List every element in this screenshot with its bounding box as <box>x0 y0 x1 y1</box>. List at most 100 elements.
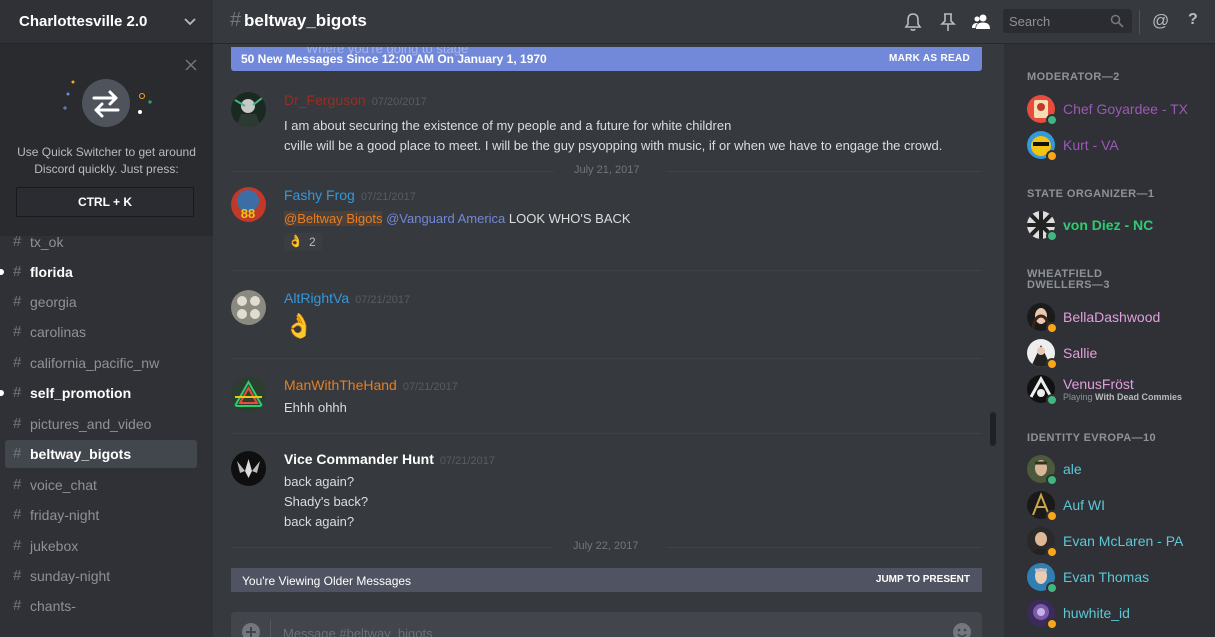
search-box[interactable] <box>1003 9 1132 33</box>
mark-as-read-button[interactable]: MARK AS READ <box>889 53 970 64</box>
avatar[interactable] <box>231 290 266 325</box>
member-item[interactable]: ale <box>1027 455 1212 487</box>
channel-sidebar: Charlottesville 2.0 Use Quick Switcher t… <box>0 0 213 637</box>
channel-name: friday-night <box>30 507 100 523</box>
message-divider <box>231 433 982 434</box>
member-item[interactable]: Kurt - VA <box>1027 131 1212 163</box>
role-mention[interactable]: @Beltway Bigots <box>284 211 383 226</box>
older-messages-bar[interactable]: You're Viewing Older Messages JUMP TO PR… <box>231 568 982 592</box>
jump-to-present-button[interactable]: JUMP TO PRESENT <box>876 574 970 585</box>
hash-icon: # <box>13 476 22 493</box>
message-text: cville will be a good place to meet. I w… <box>284 138 943 153</box>
avatar[interactable] <box>231 451 266 486</box>
unread-dot <box>0 269 4 275</box>
mentions-icon[interactable]: @ <box>1152 11 1169 31</box>
channel-voice_chat[interactable]: # voice_chat <box>5 471 197 499</box>
avatar[interactable] <box>231 377 266 412</box>
member-activity: Playing With Dead Commies <box>1063 392 1182 402</box>
ok-hand-icon: 👌 <box>288 234 303 248</box>
quick-switcher-shortcut[interactable]: CTRL + K <box>16 187 194 217</box>
member-name: von Diez - NC <box>1063 217 1154 233</box>
emoji-picker-icon[interactable] <box>952 622 972 637</box>
member-item[interactable]: Evan McLaren - PA <box>1027 527 1212 559</box>
role-header: MODERATOR—2 <box>1027 71 1120 83</box>
member-name: Evan McLaren - PA <box>1063 533 1184 549</box>
message-body: LOOK WHO'S BACK <box>508 211 631 226</box>
member-item[interactable]: VenusFröst Playing With Dead Commies <box>1027 375 1212 407</box>
avatar[interactable] <box>231 92 266 127</box>
message-timestamp: 07/21/2017 <box>402 381 458 393</box>
divider-line <box>667 171 982 172</box>
channel-georgia[interactable]: # georgia <box>5 288 197 316</box>
divider <box>1139 10 1140 34</box>
author-name[interactable]: Fashy Frog <box>284 187 355 203</box>
online-status-icon <box>1046 582 1058 594</box>
author-name[interactable]: AltRightVa <box>284 290 349 306</box>
older-messages-text: You're Viewing Older Messages <box>242 574 412 588</box>
reaction-ok-hand[interactable]: 👌 2 <box>284 233 322 251</box>
message-text: Ehhh ohhh <box>284 400 347 415</box>
pin-icon[interactable] <box>938 12 958 32</box>
channel-title: beltway_bigots <box>244 11 367 30</box>
message-author[interactable]: Fashy Frog 07/21/2017 <box>284 187 416 203</box>
idle-status-icon <box>1046 322 1058 334</box>
message-divider <box>231 270 982 271</box>
message-composer[interactable] <box>231 612 982 637</box>
hash-icon: # <box>13 415 22 432</box>
add-attachment-icon[interactable] <box>241 622 261 637</box>
divider-line <box>667 547 982 548</box>
chat-scrollbar[interactable] <box>990 412 996 446</box>
role-header: IDENTITY EVROPA—10 <box>1027 432 1157 444</box>
help-icon[interactable]: ? <box>1188 11 1198 29</box>
idle-status-icon <box>1046 150 1058 162</box>
member-item[interactable]: BellaDashwood <box>1027 303 1212 335</box>
search-input[interactable] <box>1003 9 1109 33</box>
new-messages-bar[interactable]: Where you're going to stage 50 New Messa… <box>231 47 982 71</box>
member-item[interactable]: von Diez - NC <box>1027 211 1212 243</box>
channel-california_pacific_nw[interactable]: # california_pacific_nw <box>5 349 197 377</box>
author-name[interactable]: ManWithTheHand <box>284 377 397 393</box>
channel-name: chants- <box>30 598 76 614</box>
message-timestamp: 07/21/2017 <box>439 455 495 467</box>
message-author[interactable]: Dr_Ferguson 07/20/2017 <box>284 92 427 108</box>
online-status-icon <box>1046 114 1058 126</box>
author-name[interactable]: Vice Commander Hunt <box>284 451 434 467</box>
chevron-down-icon[interactable] <box>183 14 197 28</box>
members-icon[interactable] <box>971 12 991 32</box>
hash-icon: # <box>13 263 22 280</box>
message-input[interactable] <box>281 622 885 637</box>
member-item[interactable]: Sallie <box>1027 339 1212 371</box>
channel-pictures_and_video[interactable]: # pictures_and_video <box>5 410 197 438</box>
member-item[interactable]: Auf WI <box>1027 491 1212 523</box>
channel-tx_ok[interactable]: # tx_ok <box>5 228 197 256</box>
channel-carolinas[interactable]: # carolinas <box>5 318 197 346</box>
author-name[interactable]: Dr_Ferguson <box>284 92 366 108</box>
message-text: Shady's back? <box>284 494 369 509</box>
member-item[interactable]: Evan Thomas <box>1027 563 1212 595</box>
quick-switcher-text: Use Quick Switcher to get around Discord… <box>8 144 205 178</box>
member-item[interactable]: Chef Goyardee - TX <box>1027 95 1212 127</box>
close-icon[interactable] <box>185 59 197 71</box>
message-author[interactable]: Vice Commander Hunt 07/21/2017 <box>284 451 495 467</box>
message-area: Where you're going to stage 50 New Messa… <box>213 44 1000 637</box>
message-text: back again? <box>284 474 355 489</box>
role-mention[interactable]: @Vanguard America <box>386 211 505 226</box>
member-name: VenusFröst <box>1063 376 1134 392</box>
channel-chants-[interactable]: # chants- <box>5 592 197 620</box>
channel-self_promotion[interactable]: # self_promotion <box>0 379 197 407</box>
channel-friday-night[interactable]: # friday-night <box>5 501 197 529</box>
channel-name: tx_ok <box>30 234 64 250</box>
idle-status-icon <box>1046 358 1058 370</box>
message-author[interactable]: AltRightVa 07/21/2017 <box>284 290 410 306</box>
channel-sunday-night[interactable]: # sunday-night <box>5 562 197 590</box>
server-header[interactable]: Charlottesville 2.0 <box>0 0 213 44</box>
member-item[interactable]: huwhite_id <box>1027 599 1212 631</box>
avatar[interactable]: 88 <box>231 187 266 222</box>
channel-florida[interactable]: # florida <box>0 258 197 286</box>
message-text: @Beltway Bigots @Vanguard America LOOK W… <box>284 211 631 226</box>
channel-header: # beltway_bigots @ ? <box>213 0 1215 44</box>
bell-icon[interactable] <box>903 12 923 32</box>
channel-beltway_bigots[interactable]: # beltway_bigots <box>5 440 197 468</box>
message-author[interactable]: ManWithTheHand 07/21/2017 <box>284 377 458 393</box>
channel-jukebox[interactable]: # jukebox <box>5 532 197 560</box>
